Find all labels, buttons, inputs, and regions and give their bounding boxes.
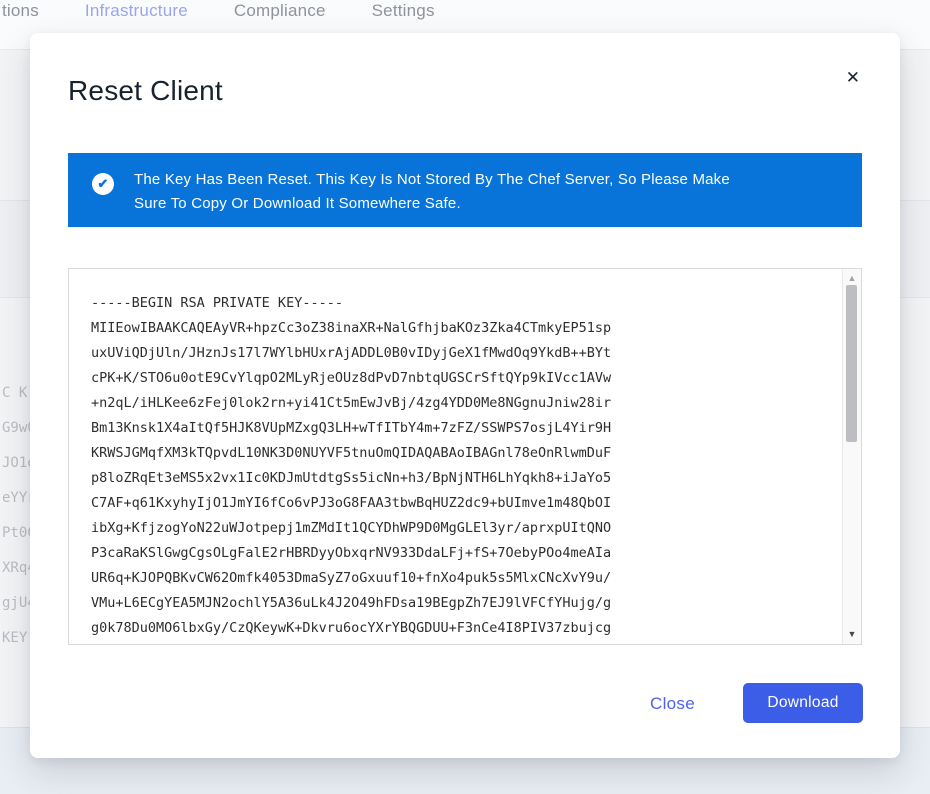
key-line: -----BEGIN RSA PRIVATE KEY-----: [91, 291, 611, 316]
scroll-down-icon[interactable]: ▼: [843, 629, 861, 639]
private-key-text: -----BEGIN RSA PRIVATE KEY-----MIIEowIBA…: [91, 291, 611, 641]
key-line: UR6q+KJOPQBKvCW62Omfk4053DmaSyZ7oGxuuf10…: [91, 566, 611, 591]
key-line: p8loZRqEt3eMS5x2vx1Ic0KDJmUtdtgSs5icNn+h…: [91, 466, 611, 491]
key-line: uxUViQDjUln/JHznJs17l7WYlbHUxrAjADDL0B0v…: [91, 341, 611, 366]
key-line: ibXg+KfjzogYoN22uWJotpepj1mZMdIt1QCYDhWP…: [91, 516, 611, 541]
close-button[interactable]: Close: [650, 694, 695, 714]
banner-message: The Key Has Been Reset. This Key Is Not …: [134, 168, 759, 216]
key-line: cPK+K/STO6u0otE9CvYlqpO2MLyRjeOUz8dPvD7n…: [91, 366, 611, 391]
nav-item[interactable]: Settings: [372, 1, 435, 21]
close-icon[interactable]: ✕: [846, 69, 860, 86]
key-line: VMu+L6ECgYEA5MJN2ochlY5A36uLk4J2O49hFDsa…: [91, 591, 611, 616]
scrollbar-thumb[interactable]: [846, 285, 857, 442]
nav-items: tions Infrastructure Compliance Settings: [2, 1, 435, 21]
private-key-box[interactable]: -----BEGIN RSA PRIVATE KEY-----MIIEowIBA…: [68, 268, 862, 645]
key-line: P3caRaKSlGwgCgsOLgFalE2rHBRDyyObxqrNV933…: [91, 541, 611, 566]
key-box-scrollbar[interactable]: ▲ ▼: [842, 269, 861, 644]
key-line: +n2qL/iHLKee6zFej0lok2rn+yi41Ct5mEwJvBj/…: [91, 391, 611, 416]
key-line: Bm13Knsk1X4aItQf5HJK8VUpMZxgQ3LH+wTfITbY…: [91, 416, 611, 441]
success-banner: ✔ The Key Has Been Reset. This Key Is No…: [68, 153, 862, 227]
key-line: MIIEowIBAAKCAQEAyVR+hpzCc3oZ38inaXR+NalG…: [91, 316, 611, 341]
nav-item[interactable]: Infrastructure: [85, 1, 188, 21]
nav-item[interactable]: Compliance: [234, 1, 326, 21]
key-line: g0k78Du0MO6lbxGy/CzQKeywK+Dkvru6ocYXrYBQ…: [91, 616, 611, 641]
reset-client-modal: Reset Client ✕ ✔ The Key Has Been Reset.…: [30, 33, 900, 758]
scroll-up-icon[interactable]: ▲: [843, 273, 861, 283]
check-circle-icon: ✔: [92, 173, 114, 195]
modal-title: Reset Client: [68, 75, 223, 107]
key-line: KRWSJGMqfXM3kTQpvdL10NK3D0NUYVF5tnuOmQID…: [91, 441, 611, 466]
key-line: C7AF+q61KxyhyIjO1JmYI6fCo6vPJ3oG8FAA3tbw…: [91, 491, 611, 516]
nav-item[interactable]: tions: [2, 1, 39, 21]
download-button[interactable]: Download: [743, 683, 863, 723]
